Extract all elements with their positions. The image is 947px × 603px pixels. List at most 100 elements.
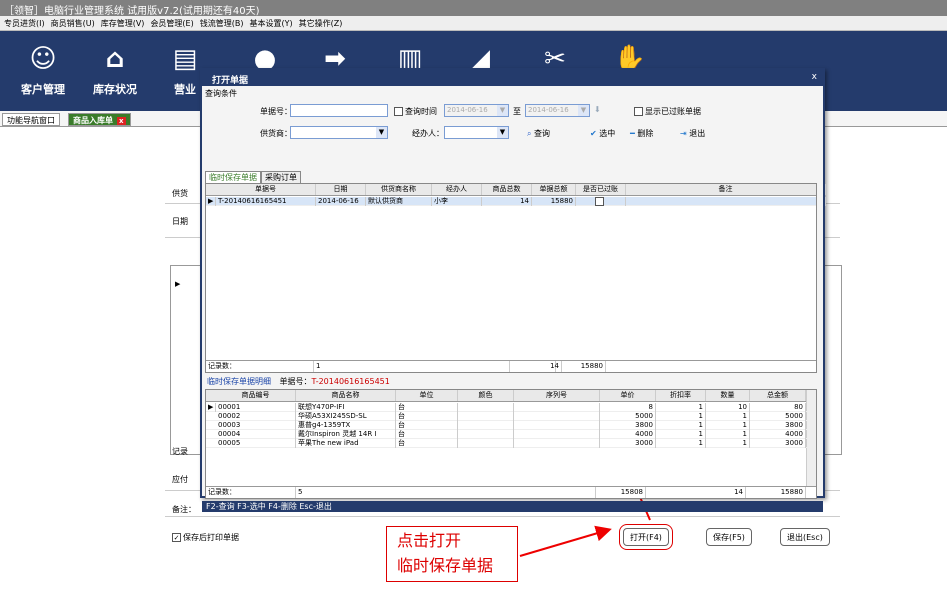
- doc-no-input[interactable]: [290, 104, 388, 117]
- checkbox-icon: [634, 107, 643, 116]
- button-label: 退出: [689, 129, 706, 138]
- column-header[interactable]: 单据总额: [532, 184, 576, 195]
- dialog-sub-tabs: 临时保存单据 采购订单: [205, 171, 301, 184]
- table-row[interactable]: 00003 惠普g4-1359TX 台 3800 1 1 3800: [206, 421, 816, 430]
- grid-header: 商品编号 商品名称 单位 颜色 序列号 单价 折扣率 数量 总金额: [206, 390, 816, 402]
- table-cell: 00002: [216, 412, 296, 421]
- table-cell: 00004: [216, 430, 296, 439]
- dialog-title: 打开单据: [212, 76, 249, 86]
- column-header[interactable]: 单价: [600, 390, 656, 401]
- supplier-label: 供货商：: [260, 129, 292, 138]
- grid-footer: 记录数： 1 14 15880: [206, 360, 816, 372]
- show-posted-checkbox[interactable]: 显示已过账单据: [634, 106, 701, 117]
- dialog-body: 查询条件 单据号： 查询时间 2014-06-16 ▼ 至 2014-06-16 ▼…: [202, 86, 826, 512]
- date-from-picker[interactable]: 2014-06-16 ▼: [444, 104, 509, 117]
- dialog-title-bar: 打开单据 x: [202, 70, 823, 86]
- table-cell: [626, 197, 826, 206]
- table-cell: 10: [706, 403, 750, 412]
- column-header[interactable]: 颜色: [458, 390, 514, 401]
- column-header[interactable]: 商品名称: [296, 390, 396, 401]
- footer-label: 记录数：: [206, 361, 314, 372]
- table-cell: 惠普g4-1359TX: [296, 421, 396, 430]
- table-row[interactable]: ▶ 00001 联想Y470P-IFI 台 8 1 10 80: [206, 403, 816, 412]
- footer-count: 1: [314, 361, 510, 372]
- handler-label: 经办人：: [412, 129, 444, 138]
- table-row[interactable]: 00002 华硕A53XI245SD-SL 台 5000 1 1 5000: [206, 412, 816, 421]
- footer-amount: 15880: [562, 361, 606, 372]
- query-time-checkbox[interactable]: 查询时间: [394, 106, 437, 117]
- table-cell: 1: [656, 412, 706, 421]
- table-cell: 台: [396, 430, 458, 439]
- minus-icon: ━: [630, 129, 635, 138]
- footer-amount: 15880: [746, 487, 806, 498]
- footer-count: 5: [296, 487, 596, 498]
- table-cell: 台: [396, 403, 458, 412]
- table-cell: 联想Y470P-IFI: [296, 403, 396, 412]
- column-header[interactable]: 经办人: [432, 184, 482, 195]
- table-cell: 1: [706, 412, 750, 421]
- table-cell: [458, 421, 514, 430]
- table-cell: 00001: [216, 403, 296, 412]
- detail-header: 临时保存单据明细 单据号：T-20140616165451: [207, 376, 390, 387]
- table-row[interactable]: 00004 戴尔Inspiron 灵越 14R I 台 4000 1 1 4000: [206, 430, 816, 439]
- table-cell: [458, 403, 514, 412]
- column-header[interactable]: 单据号: [216, 184, 316, 195]
- table-cell: 3000: [750, 439, 806, 448]
- arrow-to-open-button: [519, 525, 612, 557]
- table-cell: [458, 430, 514, 439]
- column-header[interactable]: 折扣率: [656, 390, 706, 401]
- checkbox-label: 查询时间: [405, 107, 437, 116]
- select-button[interactable]: ✔ 选中: [590, 128, 615, 139]
- table-cell: 默认供货商: [366, 197, 432, 206]
- query-group-label: 查询条件: [205, 89, 237, 98]
- column-header[interactable]: 供货商名称: [366, 184, 432, 195]
- column-header[interactable]: 商品编号: [216, 390, 296, 401]
- table-cell: 1: [656, 439, 706, 448]
- table-cell: 3000: [600, 439, 656, 448]
- date-to-picker[interactable]: 2014-06-16 ▼: [525, 104, 590, 117]
- table-cell: 2014-06-16: [316, 197, 366, 206]
- column-header[interactable]: 商品总数: [482, 184, 532, 195]
- query-button[interactable]: ⌕ 查询: [527, 128, 550, 139]
- table-cell: 戴尔Inspiron 灵越 14R I: [296, 430, 396, 439]
- table-cell: T-20140616165451: [216, 197, 316, 206]
- row-pointer-icon: ▶: [206, 403, 216, 412]
- table-cell: 3800: [750, 421, 806, 430]
- detail-title: 临时保存单据明细: [207, 377, 271, 386]
- table-cell: 5000: [600, 412, 656, 421]
- table-cell: 1: [656, 430, 706, 439]
- table-cell: [514, 439, 600, 448]
- open-document-dialog: 打开单据 x 查询条件 单据号： 查询时间 2014-06-16 ▼ 至 2014…: [200, 68, 826, 512]
- chevron-down-icon: ▼: [578, 105, 589, 116]
- table-row[interactable]: ▶ T-20140616165451 2014-06-16 默认供货商 小李 14 1588…: [206, 197, 826, 206]
- table-row[interactable]: 00005 苹果The new iPad 台 3000 1 1 3000: [206, 439, 816, 448]
- dialog-close-icon[interactable]: x: [812, 72, 817, 82]
- doc-no-label: 单据号：: [260, 107, 292, 116]
- footer-price: 15808: [596, 487, 646, 498]
- column-header[interactable]: 日期: [316, 184, 366, 195]
- column-header[interactable]: 数量: [706, 390, 750, 401]
- chevron-down-icon: ▼: [497, 127, 508, 138]
- handler-select[interactable]: ▼: [444, 126, 509, 139]
- column-header[interactable]: 备注: [626, 184, 826, 195]
- table-cell: 台: [396, 421, 458, 430]
- exit-button[interactable]: ⇥ 退出: [680, 128, 705, 139]
- footer-qty: 14: [706, 487, 746, 498]
- table-cell: 1: [706, 439, 750, 448]
- supplier-select[interactable]: ▼: [290, 126, 388, 139]
- detail-no-value: T-20140616165451: [311, 377, 390, 386]
- column-header[interactable]: 是否已过账: [576, 184, 626, 195]
- table-cell: 台: [396, 412, 458, 421]
- posted-checkbox[interactable]: [595, 197, 604, 206]
- delete-button[interactable]: ━ 删除: [630, 128, 653, 139]
- column-header[interactable]: 单位: [396, 390, 458, 401]
- table-cell: 00005: [216, 439, 296, 448]
- exit-icon: ⇥: [680, 129, 687, 138]
- checkmark-icon: ✔: [590, 129, 597, 138]
- table-cell: 1: [656, 421, 706, 430]
- column-header[interactable]: 总金额: [750, 390, 806, 401]
- column-header[interactable]: 序列号: [514, 390, 600, 401]
- table-cell: 00003: [216, 421, 296, 430]
- chevron-down-icon: ▼: [376, 127, 387, 138]
- grid-footer: 记录数： 5 15808 14 15880: [206, 486, 816, 498]
